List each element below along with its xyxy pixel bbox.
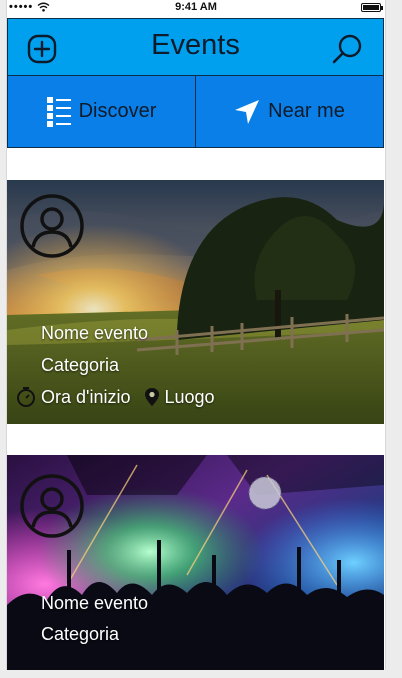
list-icon	[46, 96, 71, 127]
event-category: Categoria	[41, 624, 120, 644]
tab-bar: Discover Near me	[7, 76, 384, 148]
phone-screen: ••••• 9:41 AM Events Discover Near me No…	[6, 0, 386, 670]
tab-near-me[interactable]: Near me	[195, 76, 383, 147]
avatar-icon[interactable]	[19, 473, 85, 539]
tab-discover-label: Discover	[78, 100, 157, 122]
status-time: 9:41 AM	[175, 1, 217, 13]
tab-near-me-label: Near me	[268, 100, 345, 122]
page-title: Events	[151, 29, 240, 61]
location-pin-icon	[145, 388, 160, 406]
search-icon[interactable]	[330, 32, 364, 66]
event-start-time: Ora d'inizio	[41, 386, 131, 407]
app-header: Events	[7, 18, 384, 76]
event-card[interactable]: Nome evento Categoria	[7, 455, 384, 670]
event-location: Luogo	[164, 386, 215, 407]
event-card[interactable]: Nome evento Categoria Ora d'inizio Luogo	[7, 180, 384, 424]
timer-icon	[17, 387, 35, 407]
event-meta-row: Ora d'inizio Luogo	[15, 386, 215, 408]
navigation-arrow-icon	[235, 99, 260, 124]
event-category: Categoria	[41, 355, 120, 375]
tab-discover[interactable]: Discover	[8, 76, 195, 147]
avatar-icon[interactable]	[19, 193, 85, 259]
battery-icon	[361, 3, 383, 12]
event-name: Nome evento	[41, 323, 149, 343]
event-name: Nome evento	[41, 593, 149, 613]
status-bar: ••••• 9:41 AM	[7, 0, 385, 16]
